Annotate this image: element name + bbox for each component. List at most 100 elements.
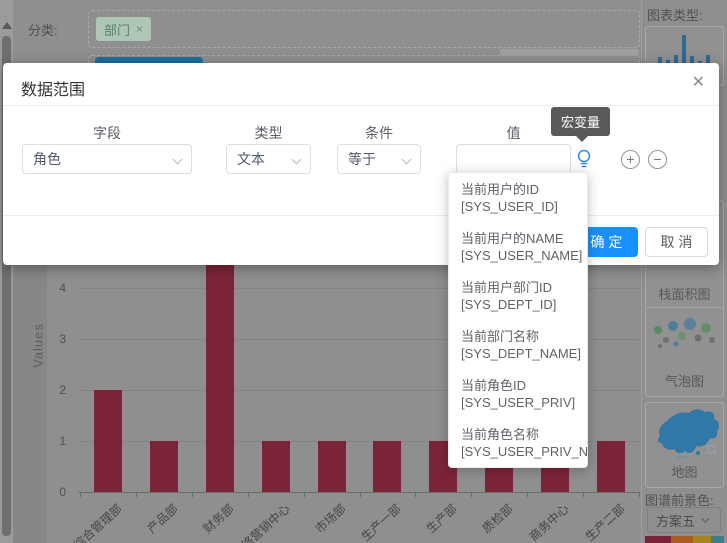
header-divider [3, 105, 719, 106]
y-axis-tick-label: 2 [40, 383, 66, 397]
category-label: 分类: [28, 20, 58, 39]
color-scheme-select[interactable]: 方案五 [647, 507, 721, 533]
y-axis-tick-label: 1 [40, 434, 66, 448]
palette-color-swatch [645, 536, 671, 543]
macro-tooltip: 宏变量 [551, 107, 610, 136]
modal-title: 数据范围 [21, 76, 85, 100]
column-label-type: 类型 [226, 123, 311, 143]
x-axis-category-label: 商务中心 [525, 500, 572, 543]
bar-chart-thumbnail-icon [646, 29, 723, 65]
bar-产品部 [150, 441, 178, 492]
footer-divider [3, 215, 719, 216]
cancel-button[interactable]: 取 消 [645, 227, 708, 257]
macro-item-code: [SYS_USER_PRIV] [461, 394, 579, 411]
macro-item-code: [SYS_USER_PRIV_NAME] [461, 443, 579, 460]
map-label: 地图 [646, 462, 723, 481]
x-axis-category-label: 综合管理部 [69, 500, 125, 543]
x-axis-category-label: 财务部 [199, 500, 237, 537]
x-axis-category-label: 质检部 [478, 500, 516, 537]
bar-生产二部 [597, 441, 625, 492]
chevron-down-icon [402, 155, 412, 165]
horizontal-scrollbar[interactable] [500, 49, 639, 56]
condition-select[interactable]: 等于 [337, 144, 421, 174]
x-axis-tick [527, 492, 528, 497]
palette-color-swatch [671, 536, 693, 543]
x-axis-category-label: 生产部 [422, 500, 460, 537]
x-axis-line [78, 492, 640, 493]
y-axis-tick-label: 0 [40, 485, 66, 499]
category-dropzone[interactable] [88, 10, 640, 48]
bubble-chart-thumbnail-icon [646, 312, 723, 364]
x-axis-tick [415, 492, 416, 497]
x-axis-category-label: 网络营销中心 [228, 500, 293, 543]
scroll-up-icon[interactable] [2, 22, 12, 29]
china-map-thumbnail-icon [646, 406, 723, 462]
macro-variable-lightbulb-icon[interactable] [574, 147, 594, 171]
macro-item-name: 当前用户部门ID [461, 279, 579, 296]
macro-item-code: [SYS_DEPT_NAME] [461, 345, 579, 362]
chevron-down-icon [292, 155, 302, 165]
field-select-value: 角色 [33, 149, 61, 169]
category-tag-department[interactable]: 部门 × [96, 17, 151, 41]
type-select[interactable]: 文本 [226, 144, 311, 174]
macro-menu-item[interactable]: 当前角色名称[SYS_USER_PRIV_NAME] [461, 426, 579, 460]
chevron-down-icon [173, 155, 183, 165]
bubble-chart-label: 气泡图 [646, 371, 723, 390]
y-axis-title: Values [31, 320, 46, 372]
bar-生产一部 [373, 441, 401, 492]
tag-close-icon[interactable]: × [136, 22, 143, 36]
macro-item-name: 当前用户的ID [461, 181, 579, 198]
condition-select-value: 等于 [348, 149, 376, 169]
macro-item-code: [SYS_USER_ID] [461, 198, 579, 215]
bar-市场部 [318, 441, 346, 492]
x-axis-category-label: 产品部 [143, 500, 181, 537]
color-palette-strip [645, 536, 724, 543]
macro-item-name: 当前角色名称 [461, 426, 579, 443]
field-select[interactable]: 角色 [22, 144, 192, 174]
macro-variable-menu: 当前用户的ID[SYS_USER_ID] 当前用户的NAME[SYS_USER_N… [448, 172, 588, 468]
stacked-area-label: 栈面积图 [646, 284, 723, 303]
panel-left-margin [13, 265, 47, 543]
macro-item-code: [SYS_DEPT_ID] [461, 296, 579, 313]
chart-type-option-map[interactable]: 地图 [645, 402, 724, 488]
remove-condition-button[interactable]: − [648, 150, 667, 169]
y-axis-tick-label: 4 [40, 281, 66, 295]
macro-item-name: 当前角色ID [461, 377, 579, 394]
x-axis-tick [80, 492, 81, 497]
x-axis-category-label: 生产二部 [581, 500, 628, 543]
macro-menu-item[interactable]: 当前角色ID[SYS_USER_PRIV] [461, 377, 579, 411]
macro-menu-item[interactable]: 当前用户的NAME[SYS_USER_NAME] [461, 230, 579, 264]
data-range-modal: 数据范围 ✕ 字段 类型 条件 值 角色 文本 等于 + − 确 定 取 消 [3, 63, 719, 265]
macro-menu-item[interactable]: 当前用户部门ID[SYS_DEPT_ID] [461, 279, 579, 313]
x-axis-tick [248, 492, 249, 497]
bar-网络营销中心 [262, 441, 290, 492]
macro-item-code: [SYS_USER_NAME] [461, 247, 579, 264]
macro-item-name: 当前部门名称 [461, 328, 579, 345]
value-input[interactable] [456, 144, 571, 174]
x-axis-tick [583, 492, 584, 497]
x-axis-tick [136, 492, 137, 497]
x-axis-category-label: 生产一部 [357, 500, 404, 543]
macro-item-name: 当前用户的NAME [461, 230, 579, 247]
x-axis-tick [360, 492, 361, 497]
tag-label: 部门 [104, 20, 130, 39]
column-label-field: 字段 [22, 123, 192, 143]
x-axis-tick [192, 492, 193, 497]
chart-type-option-bubble[interactable]: 气泡图 [645, 307, 724, 397]
chart-type-label: 图表类型: [647, 5, 703, 24]
x-axis-tick [639, 492, 640, 497]
palette-color-swatch [693, 536, 711, 543]
macro-menu-item[interactable]: 当前部门名称[SYS_DEPT_NAME] [461, 328, 579, 362]
scheme-value: 方案五 [656, 511, 695, 530]
macro-menu-item[interactable]: 当前用户的ID[SYS_USER_ID] [461, 181, 579, 215]
bar-财务部 [206, 237, 234, 492]
bar-综合管理部 [94, 390, 122, 492]
app-screen: 分类: 部门 × 01234综合管理部产品部财务部网络营销中心市场部生产一部生产… [0, 0, 727, 543]
palette-color-swatch [711, 536, 724, 543]
x-axis-tick [304, 492, 305, 497]
chevron-down-icon [701, 514, 709, 522]
add-condition-button[interactable]: + [621, 150, 640, 169]
close-icon[interactable]: ✕ [692, 75, 705, 91]
column-label-condition: 条件 [337, 123, 421, 143]
x-axis-category-label: 市场部 [311, 500, 349, 537]
